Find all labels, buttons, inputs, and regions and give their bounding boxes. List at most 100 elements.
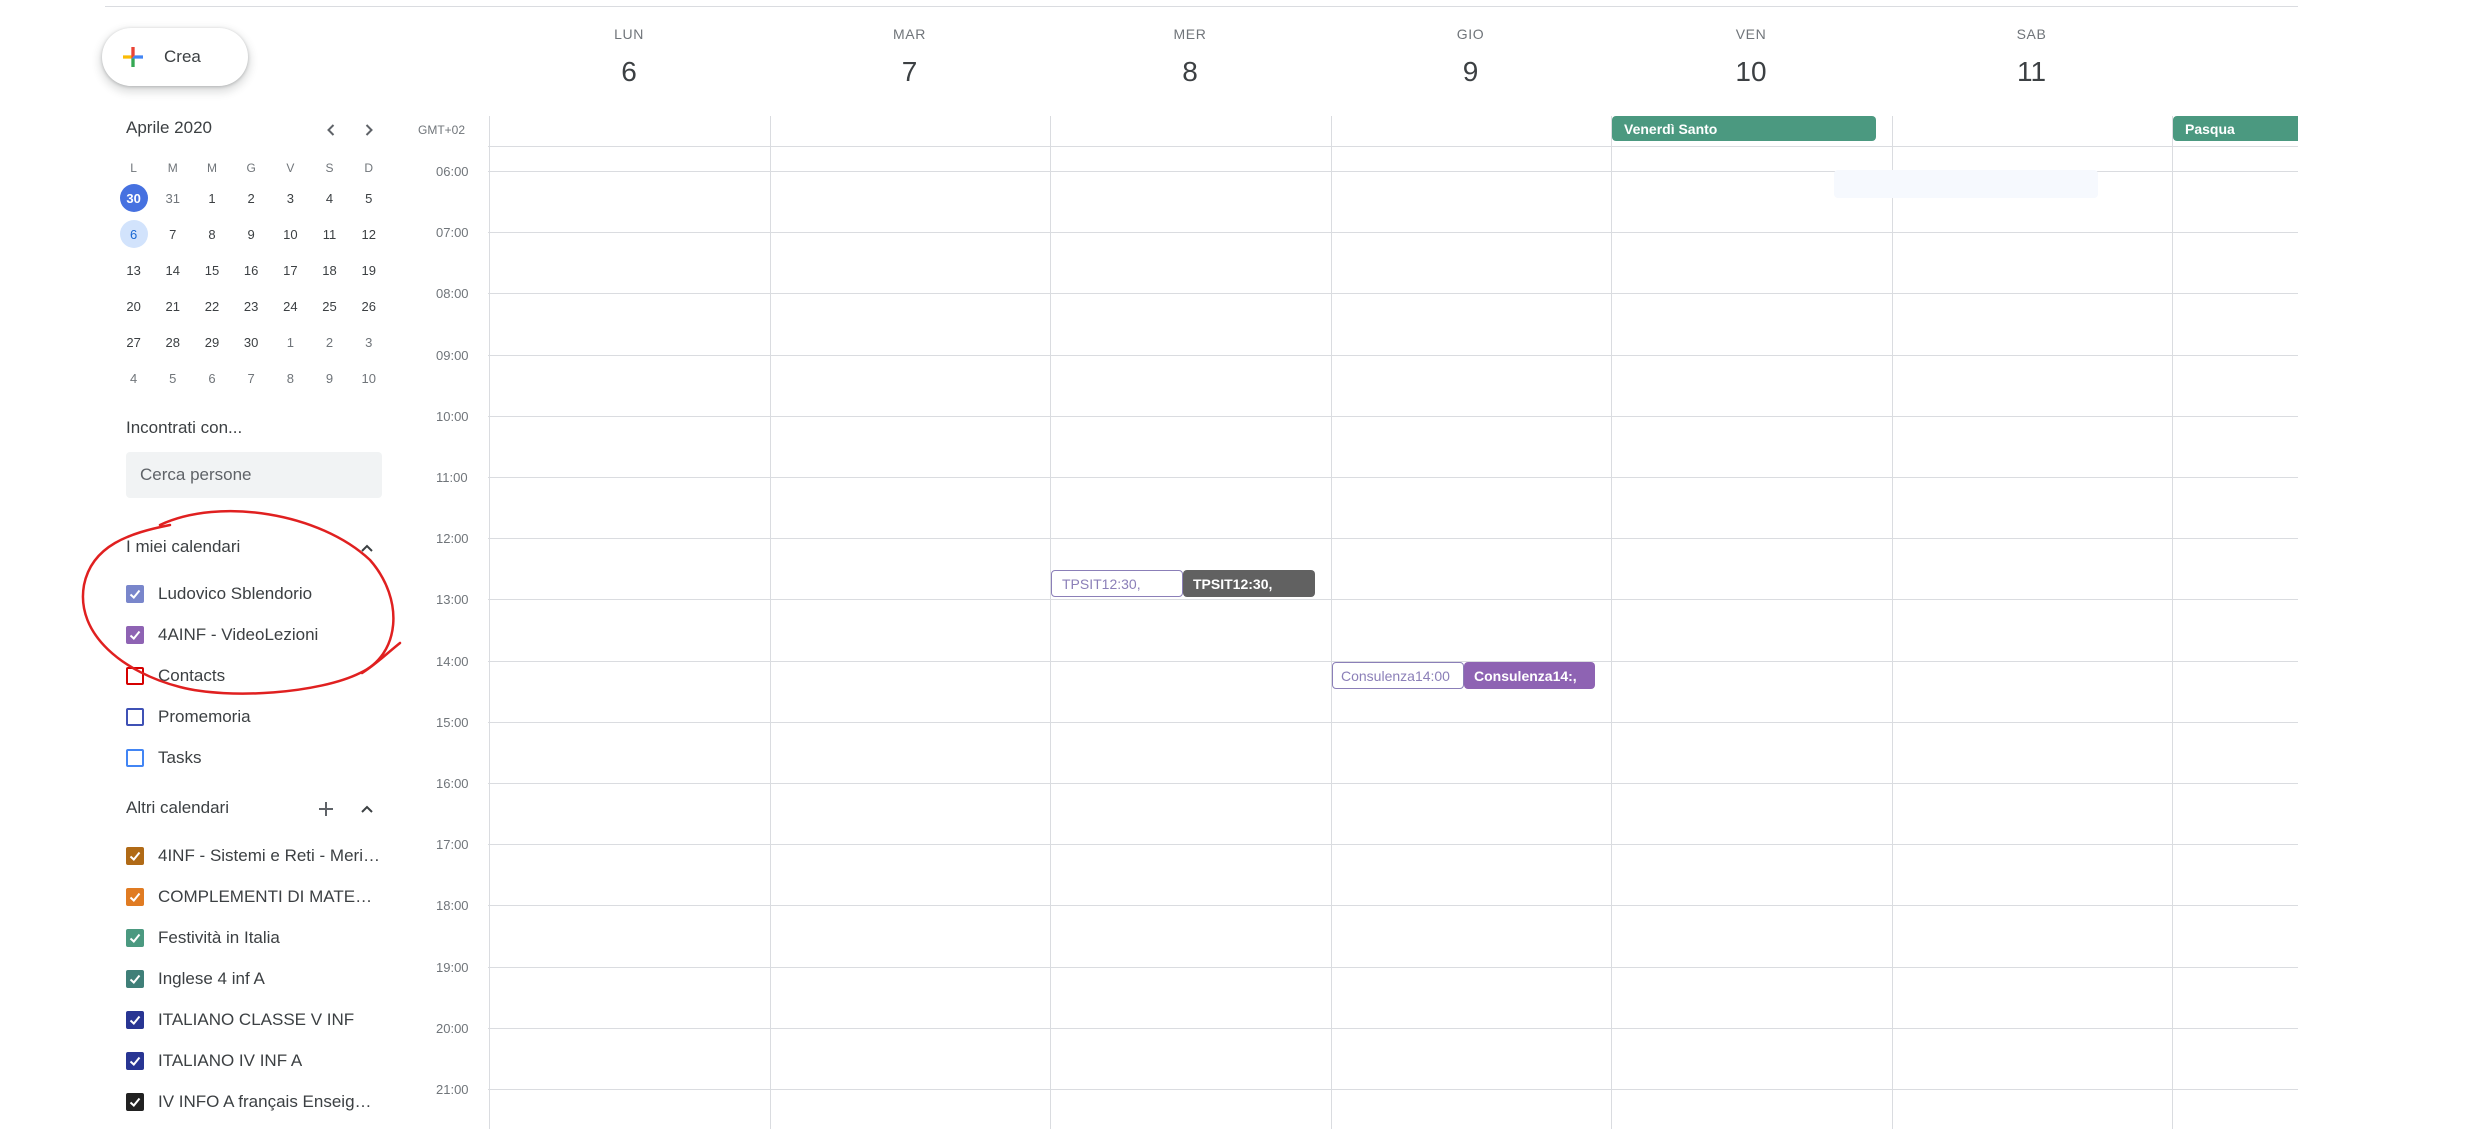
mini-calendar-day[interactable]: 16 — [232, 252, 271, 288]
checkbox-checked-icon[interactable] — [126, 1093, 144, 1111]
checkbox-unchecked-icon[interactable] — [126, 708, 144, 726]
mini-calendar-day[interactable]: 5 — [153, 360, 192, 396]
mini-calendar-day[interactable]: 4 — [310, 180, 349, 216]
mini-calendar-day[interactable]: 22 — [192, 288, 231, 324]
mini-prev-month-button[interactable] — [318, 117, 344, 143]
mini-calendar-day[interactable]: 8 — [271, 360, 310, 396]
calendar-item[interactable]: 4INF - Sistemi e Reti - Meri… — [126, 843, 380, 869]
mini-calendar-day[interactable]: 19 — [349, 252, 388, 288]
day-header[interactable]: GIO 9 — [1331, 26, 1611, 88]
event-tpsit[interactable]: TPSIT12:30, — [1183, 570, 1315, 597]
all-day-event-venerdi-santo[interactable]: Venerdì Santo — [1612, 116, 1876, 141]
checkbox-checked-icon[interactable] — [126, 847, 144, 865]
search-people-input[interactable] — [126, 452, 382, 498]
mini-calendar-day[interactable]: 9 — [232, 216, 271, 252]
day-header[interactable]: LUN 6 — [489, 26, 769, 88]
chevron-right-icon — [365, 124, 373, 136]
mini-calendar-day[interactable]: 12 — [349, 216, 388, 252]
mini-calendar-day[interactable]: 30 — [232, 324, 271, 360]
mini-calendar-day[interactable]: 5 — [349, 180, 388, 216]
checkbox-unchecked-icon[interactable] — [126, 667, 144, 685]
checkbox-unchecked-icon[interactable] — [126, 749, 144, 767]
calendar-item[interactable]: ITALIANO CLASSE V INF — [126, 1007, 354, 1033]
mini-calendar-day[interactable]: 2 — [232, 180, 271, 216]
mini-calendar-day[interactable]: 24 — [271, 288, 310, 324]
add-other-calendar-button[interactable] — [313, 796, 339, 822]
mini-calendar-day[interactable]: 15 — [192, 252, 231, 288]
mini-calendar-day[interactable]: 31 — [153, 180, 192, 216]
mini-calendar-day[interactable]: 1 — [192, 180, 231, 216]
hour-label: 16:00 — [436, 776, 469, 791]
checkbox-checked-icon[interactable] — [126, 626, 144, 644]
calendar-item[interactable]: Tasks — [126, 745, 201, 771]
mini-calendar-day[interactable]: 10 — [271, 216, 310, 252]
day-number: 11 — [2016, 56, 2047, 87]
mini-calendar-day-number: 13 — [126, 262, 141, 278]
calendar-item[interactable]: ITALIANO IV INF A — [126, 1048, 302, 1074]
mini-calendar-day-number: 10 — [283, 226, 298, 242]
calendar-item[interactable]: Inglese 4 inf A — [126, 966, 265, 992]
mini-calendar-day[interactable]: 17 — [271, 252, 310, 288]
calendar-item[interactable]: COMPLEMENTI DI MATE… — [126, 884, 372, 910]
mini-calendar-day[interactable]: 28 — [153, 324, 192, 360]
mini-calendar-day[interactable]: 23 — [232, 288, 271, 324]
day-header[interactable]: MAR 7 — [770, 26, 1050, 88]
day-of-week-label: LUN — [614, 26, 644, 42]
event-consulenza-outline[interactable]: Consulenza14:00 — [1332, 662, 1464, 689]
calendar-item[interactable]: Festività in Italia — [126, 925, 280, 951]
mini-calendar-day[interactable]: 18 — [310, 252, 349, 288]
day-header[interactable]: VEN 10 — [1611, 26, 1891, 88]
calendar-item[interactable]: Promemoria — [126, 704, 251, 730]
calendar-item[interactable]: 4AINF - VideoLezioni — [126, 622, 318, 648]
mini-calendar-day[interactable]: 30 — [114, 180, 153, 216]
mini-calendar-day-number: 15 — [204, 262, 220, 278]
mini-calendar-day[interactable]: 26 — [349, 288, 388, 324]
calendar-item[interactable]: Contacts — [126, 663, 225, 689]
checkbox-checked-icon[interactable] — [126, 929, 144, 947]
mini-calendar-day[interactable]: 20 — [114, 288, 153, 324]
mini-next-month-button[interactable] — [356, 117, 382, 143]
checkbox-checked-icon[interactable] — [126, 1011, 144, 1029]
all-day-event-pasqua[interactable]: Pasqua — [2173, 116, 2298, 141]
calendar-item-label: ITALIANO IV INF A — [158, 1051, 303, 1070]
calendar-item[interactable]: IV INFO A français Enseig… — [126, 1089, 372, 1115]
mini-calendar-day[interactable]: 11 — [310, 216, 349, 252]
event-consulenza[interactable]: Consulenza14:, — [1464, 662, 1595, 689]
mini-calendar-day[interactable]: 2 — [310, 324, 349, 360]
mini-calendar-day[interactable]: 7 — [232, 360, 271, 396]
mini-calendar-day[interactable]: 3 — [271, 180, 310, 216]
mini-calendar-day[interactable]: 3 — [349, 324, 388, 360]
mini-calendar-day[interactable]: 6 — [192, 360, 231, 396]
mini-calendar-day[interactable]: 10 — [349, 360, 388, 396]
mini-calendar-day[interactable]: 21 — [153, 288, 192, 324]
hour-label: 10:00 — [436, 409, 469, 424]
mini-calendar-day[interactable]: 13 — [114, 252, 153, 288]
day-header[interactable]: SAB 11 — [1892, 26, 2172, 88]
mini-calendar-day[interactable]: 27 — [114, 324, 153, 360]
mini-calendar-day[interactable]: 8 — [192, 216, 231, 252]
checkbox-checked-icon[interactable] — [126, 1052, 144, 1070]
mini-calendar-day[interactable]: 1 — [271, 324, 310, 360]
mini-calendar-day[interactable]: 4 — [114, 360, 153, 396]
hour-label: 11:00 — [436, 470, 468, 485]
calendar-item[interactable]: Ludovico Sblendorio — [126, 581, 312, 607]
my-calendars-collapse-button[interactable] — [356, 537, 378, 559]
mini-calendar-day-number: 10 — [361, 370, 376, 386]
event-tpsit-outline[interactable]: TPSIT12:30, — [1051, 570, 1183, 597]
mini-calendar-day[interactable]: 29 — [192, 324, 231, 360]
checkbox-checked-icon[interactable] — [126, 888, 144, 906]
mini-calendar-day-number: 5 — [169, 370, 177, 386]
mini-calendar-day-number: 30 — [119, 184, 148, 212]
mini-calendar-day[interactable]: 25 — [310, 288, 349, 324]
mini-calendar-day[interactable]: 14 — [153, 252, 192, 288]
other-calendars-collapse-button[interactable] — [356, 798, 378, 820]
create-button[interactable]: Crea — [102, 28, 248, 86]
day-header[interactable]: MER 8 — [1050, 26, 1330, 88]
checkbox-checked-icon[interactable] — [126, 970, 144, 988]
top-divider — [105, 6, 2298, 7]
mini-calendar-day[interactable]: 9 — [310, 360, 349, 396]
mini-calendar-day[interactable]: 6 — [114, 216, 153, 252]
mini-calendar-day[interactable]: 7 — [153, 216, 192, 252]
hour-label: 09:00 — [436, 348, 469, 363]
checkbox-checked-icon[interactable] — [126, 585, 144, 603]
